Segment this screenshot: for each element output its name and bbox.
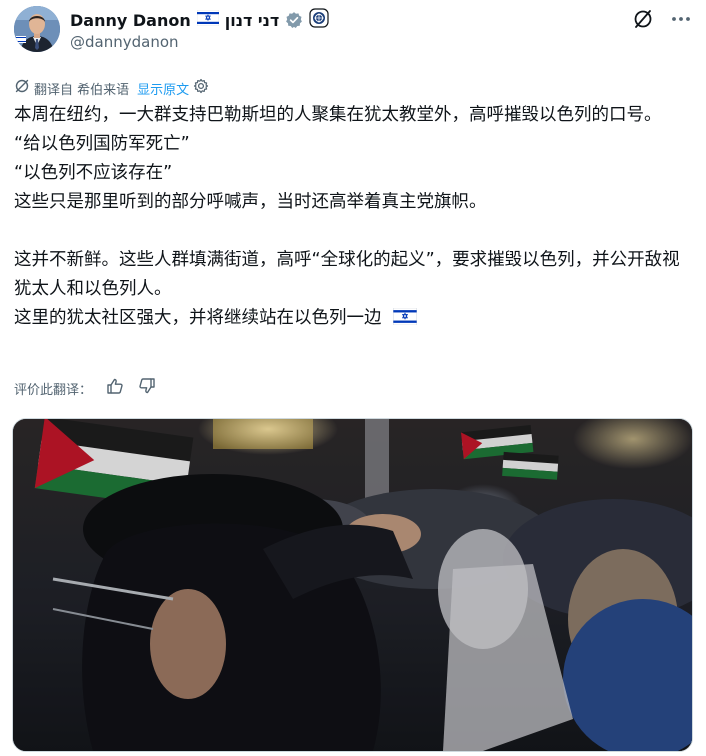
translate-icon (14, 78, 30, 98)
author-name-row: Danny Danon דני דנון (70, 8, 329, 32)
thumbs-down-icon[interactable] (138, 377, 156, 399)
verified-badge-icon (285, 11, 303, 29)
settings-gear-icon[interactable] (193, 78, 209, 98)
tweet-paragraph: 这些只是那里听到的部分呼喊声，当时还高举着真主党旗帜。 (14, 192, 487, 212)
affiliate-badge-icon[interactable] (309, 8, 329, 32)
tweet-media-image[interactable] (12, 418, 693, 752)
translation-bar: 翻译自 希伯来语 显示原文 (14, 78, 209, 98)
israel-flag-emoji-icon (393, 306, 418, 335)
show-original-link[interactable]: 显示原文 (137, 79, 189, 98)
author-handle[interactable]: @dannydanon (70, 33, 179, 51)
tweet-quote: “给以色列国防军死亡” (14, 134, 190, 154)
rate-translation-label: 评价此翻译： (14, 382, 93, 398)
tweet-paragraph: 本周在纽约，一大群支持巴勒斯坦的人聚集在犹太教堂外，高呼摧毁以色列的口号。 (14, 105, 662, 125)
grok-icon[interactable] (632, 8, 654, 30)
tweet-paragraph: 这并不新鲜。这些人群填满街道，高呼“全球化的起义”，要求摧毁以色列，并公开敌视犹… (14, 250, 680, 299)
author-hebrew-name: דני דנון (224, 10, 280, 30)
header-actions (632, 8, 692, 30)
rate-translation-row: 评价此翻译： (14, 376, 156, 400)
tweet-text: 本周在纽约，一大群支持巴勒斯坦的人聚集在犹太教堂外，高呼摧毁以色列的口号。 “给… (14, 101, 694, 335)
author-display-name[interactable]: Danny Danon (70, 11, 191, 30)
tweet-paragraph-with-flag: 这里的犹太社区强大，并将继续站在以色列一边 (14, 304, 694, 335)
israel-flag-icon (196, 9, 220, 30)
tweet-post: Danny Danon דני דנון @dannydanon 翻译自 希伯来… (0, 0, 706, 756)
tweet-paragraph: 这里的犹太社区强大，并将继续站在以色列一边 (14, 308, 382, 328)
tweet-header: Danny Danon דני דנון @dannydanon (14, 6, 692, 58)
more-options-icon[interactable] (670, 8, 692, 30)
translated-from-label: 翻译自 希伯来语 (34, 82, 130, 98)
avatar[interactable] (14, 6, 60, 52)
tweet-quote: “以色列不应该存在” (14, 163, 173, 183)
thumbs-up-icon[interactable] (106, 377, 124, 399)
